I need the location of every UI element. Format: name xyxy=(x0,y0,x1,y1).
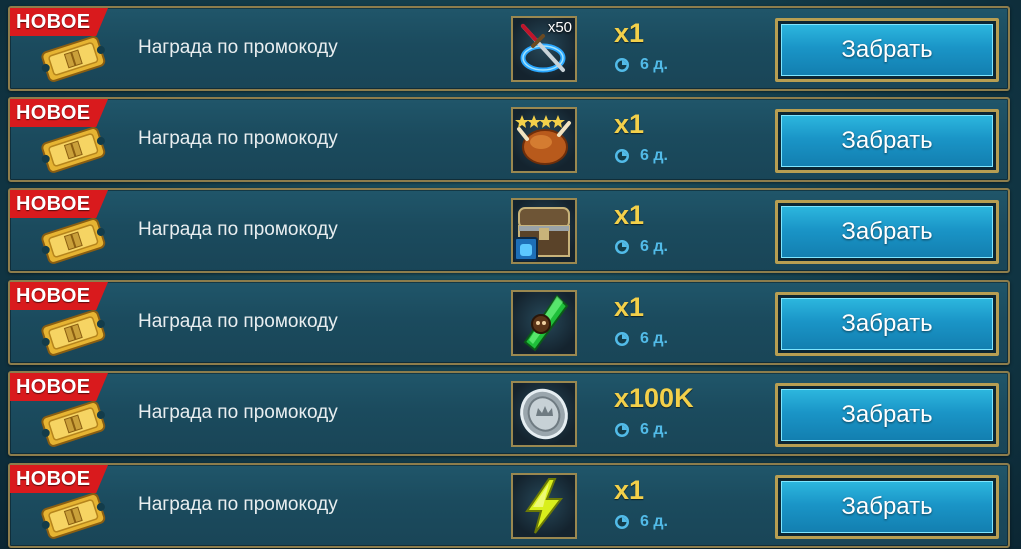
new-badge: НОВОЕ xyxy=(10,373,108,401)
time-left: 6 д. xyxy=(614,512,668,532)
reward-quantity: x1 xyxy=(614,200,645,230)
clock-icon xyxy=(615,332,629,346)
reward-quantity: x1 xyxy=(614,18,645,48)
reward-description: Награда по промокоду xyxy=(138,311,338,332)
reward-row: НОВОЕ Награда по промокоду x50 x1 6 д. З… xyxy=(8,6,1010,91)
time-left: 6 д. xyxy=(614,237,668,257)
time-left-text: 6 д. xyxy=(640,56,668,73)
gift-ticket-icon xyxy=(41,493,106,539)
claim-button[interactable]: Забрать xyxy=(775,18,999,82)
reward-row: НОВОЕ Награда по промокоду x1 6 д. Забра… xyxy=(8,188,1010,273)
time-left-text: 6 д. xyxy=(640,421,668,438)
new-badge: НОВОЕ xyxy=(10,282,108,310)
claim-button-label: Забрать xyxy=(781,206,993,258)
reward-row: НОВОЕ Награда по промокоду x1 6 д. Забра… xyxy=(8,97,1010,182)
green-shard-icon[interactable] xyxy=(511,290,577,356)
clock-icon xyxy=(615,423,629,437)
item-stack-count: x50 xyxy=(547,19,572,36)
gift-ticket-icon xyxy=(41,36,106,82)
reward-row: НОВОЕ Награда по промокоду x1 6 д. Забра… xyxy=(8,463,1010,548)
claim-button-label: Забрать xyxy=(781,481,993,533)
claim-button[interactable]: Забрать xyxy=(775,475,999,539)
reward-description: Награда по промокоду xyxy=(138,402,338,423)
gift-ticket-icon xyxy=(41,401,106,447)
claim-button[interactable]: Забрать xyxy=(775,109,999,173)
claim-button[interactable]: Забрать xyxy=(775,292,999,356)
new-badge: НОВОЕ xyxy=(10,8,108,36)
time-left: 6 д. xyxy=(614,329,668,349)
reward-row: НОВОЕ Награда по промокоду x100K 6 д. За… xyxy=(8,371,1010,456)
reward-quantity: x1 xyxy=(614,109,645,139)
time-left-text: 6 д. xyxy=(640,238,668,255)
gift-ticket-icon xyxy=(41,310,106,356)
time-left: 6 д. xyxy=(614,420,668,440)
claim-button-label: Забрать xyxy=(781,389,993,441)
reward-description: Награда по промокоду xyxy=(138,128,338,149)
new-badge: НОВОЕ xyxy=(10,99,108,127)
reward-description: Награда по промокоду xyxy=(138,37,338,58)
gift-ticket-icon xyxy=(41,218,106,264)
treasure-chest-icon[interactable] xyxy=(511,198,577,264)
time-left-text: 6 д. xyxy=(640,513,668,530)
claim-button[interactable]: Забрать xyxy=(775,383,999,447)
claim-button-label: Забрать xyxy=(781,298,993,350)
gift-ticket-icon xyxy=(41,127,106,173)
reward-description: Награда по промокоду xyxy=(138,494,338,515)
claim-button-label: Забрать xyxy=(781,24,993,76)
new-badge: НОВОЕ xyxy=(10,465,108,493)
reward-list: НОВОЕ Награда по промокоду x50 x1 6 д. З… xyxy=(0,0,1021,549)
clock-icon xyxy=(615,58,629,72)
reward-quantity: x1 xyxy=(614,475,645,505)
time-left: 6 д. xyxy=(614,146,668,166)
reward-quantity: x100K xyxy=(614,383,694,413)
time-left: 6 д. xyxy=(614,55,668,75)
clock-icon xyxy=(615,240,629,254)
claim-button-label: Забрать xyxy=(781,115,993,167)
new-badge: НОВОЕ xyxy=(10,190,108,218)
clock-icon xyxy=(615,515,629,529)
lightning-bolt-icon[interactable] xyxy=(511,473,577,539)
reward-quantity: x1 xyxy=(614,292,645,322)
silver-coin-icon[interactable] xyxy=(511,381,577,447)
roast-chicken-icon[interactable] xyxy=(511,107,577,173)
reward-row: НОВОЕ Награда по промокоду x1 6 д. Забра… xyxy=(8,280,1010,365)
reward-description: Награда по промокоду xyxy=(138,219,338,240)
time-left-text: 6 д. xyxy=(640,147,668,164)
clock-icon xyxy=(615,149,629,163)
sword-portal-icon[interactable]: x50 xyxy=(511,16,577,82)
time-left-text: 6 д. xyxy=(640,330,668,347)
claim-button[interactable]: Забрать xyxy=(775,200,999,264)
